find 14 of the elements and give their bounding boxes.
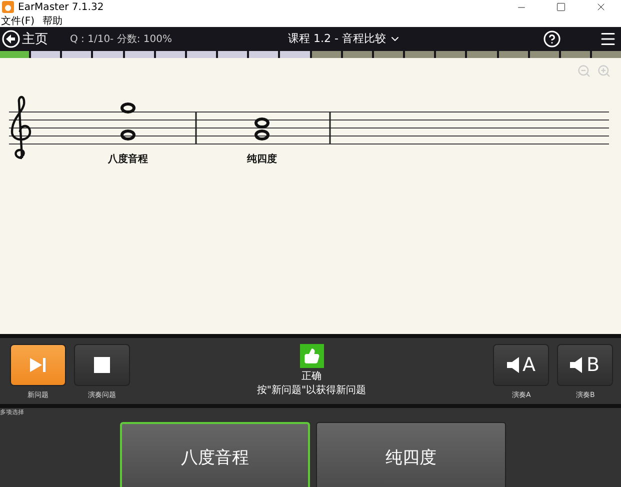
score-text: Q : 1/10- 分数: 100% bbox=[70, 32, 173, 46]
hint-text: 按"新问题"以获得新问题 bbox=[256, 384, 366, 397]
play-button[interactable]: B bbox=[557, 344, 613, 386]
answer-button[interactable]: 纯四度 bbox=[316, 422, 506, 487]
home-button[interactable]: 主页 bbox=[2, 30, 48, 48]
interval-label: 八度音程 bbox=[106, 152, 149, 166]
menu-item[interactable]: 文件(F) bbox=[1, 14, 35, 28]
interval-label: 纯四度 bbox=[246, 152, 278, 166]
window-title: EarMaster 7.1.32 bbox=[18, 2, 104, 12]
menu-item[interactable]: 帮助 bbox=[42, 14, 63, 28]
play-button[interactable]: A bbox=[493, 344, 549, 386]
lesson-dropdown[interactable]: 课程 1.2 - 音程比较 bbox=[288, 31, 401, 46]
answer-button[interactable]: 八度音程 bbox=[120, 422, 310, 487]
result-text: 正确 bbox=[302, 370, 322, 383]
